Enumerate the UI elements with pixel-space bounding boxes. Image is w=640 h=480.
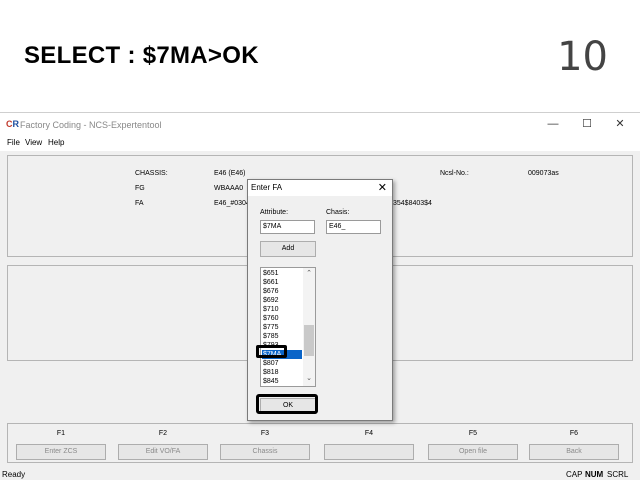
- scroll-lock-indicator: SCRL: [607, 470, 629, 479]
- back-button[interactable]: Back: [529, 444, 619, 460]
- list-item[interactable]: $661: [262, 278, 302, 287]
- list-scrollbar[interactable]: ⌃ ⌄: [303, 268, 315, 386]
- fa-value: E46_#0304: [214, 200, 250, 207]
- attribute-listbox[interactable]: $651 $661 $676 $692 $710 $760 $775 $785 …: [260, 267, 316, 387]
- list-item[interactable]: $785: [262, 332, 302, 341]
- list-item[interactable]: $760: [262, 314, 302, 323]
- scroll-up-icon[interactable]: ⌃: [304, 269, 314, 277]
- menu-help[interactable]: Help: [48, 138, 64, 147]
- edit-vo-fa-button[interactable]: Edit VO/FA: [118, 444, 208, 460]
- list-item[interactable]: $807: [262, 359, 302, 368]
- window-titlebar[interactable]: CR Factory Coding - NCS-Expertentool — ☐…: [0, 113, 640, 135]
- fg-label: FG: [135, 185, 145, 192]
- chassis-value: E46 (E46): [214, 170, 246, 177]
- menubar: File View Help: [0, 135, 640, 151]
- slide-page-number: 10: [557, 34, 608, 80]
- chassis-button[interactable]: Chassis: [220, 444, 310, 460]
- f4-key-label: F4: [364, 430, 374, 437]
- list-item[interactable]: $710: [262, 305, 302, 314]
- list-item[interactable]: $692: [262, 296, 302, 305]
- num-lock-indicator: NUM: [585, 470, 604, 479]
- app-window: CR Factory Coding - NCS-Expertentool — ☐…: [0, 112, 640, 480]
- ncsl-label: Ncsl-No.:: [440, 170, 469, 177]
- fa-value-tail: 354$8403$4: [393, 200, 432, 207]
- attribute-input[interactable]: $7MA: [260, 220, 315, 234]
- f5-key-label: F5: [468, 430, 478, 437]
- dialog-titlebar[interactable]: Enter FA ✕: [248, 180, 392, 196]
- scroll-down-icon[interactable]: ⌄: [304, 374, 314, 382]
- list-item[interactable]: $845: [262, 377, 302, 386]
- maximize-button[interactable]: ☐: [579, 117, 595, 131]
- f1-key-label: F1: [56, 430, 66, 437]
- window-title: Factory Coding - NCS-Expertentool: [20, 120, 162, 130]
- f2-key-label: F2: [158, 430, 168, 437]
- dialog-close-icon[interactable]: ✕: [378, 181, 387, 194]
- minimize-button[interactable]: —: [545, 117, 561, 131]
- caps-lock-indicator: CAP: [566, 470, 583, 479]
- status-text: Ready: [2, 470, 26, 479]
- enter-fa-dialog: Enter FA ✕ Attribute: $7MA Chasis: E46_ …: [247, 179, 393, 421]
- chassis-label: CHASSIS:: [135, 170, 168, 177]
- list-item[interactable]: $651: [262, 269, 302, 278]
- selection-highlight-box: [256, 345, 287, 358]
- list-item[interactable]: $775: [262, 323, 302, 332]
- list-item[interactable]: $676: [262, 287, 302, 296]
- scroll-thumb[interactable]: [304, 325, 314, 356]
- ncsl-value: 009073as: [528, 170, 559, 177]
- chassis-input[interactable]: E46_: [326, 220, 381, 234]
- enter-zcs-button[interactable]: Enter ZCS: [16, 444, 106, 460]
- open-file-button[interactable]: Open file: [428, 444, 518, 460]
- function-key-panel: F1 F2 F3 F4 F5 F6 Enter ZCS Edit VO/FA C…: [7, 423, 633, 463]
- slide-title: SELECT : $7MA>OK: [24, 42, 259, 69]
- add-button[interactable]: Add: [260, 241, 316, 257]
- chassis-field-label: Chasis:: [326, 209, 350, 216]
- menu-file[interactable]: File: [7, 138, 20, 147]
- fg-value: WBAAA0: [214, 185, 244, 192]
- attribute-label: Attribute:: [260, 209, 289, 216]
- menu-view[interactable]: View: [25, 138, 42, 147]
- dialog-title: Enter FA: [251, 183, 283, 192]
- close-window-button[interactable]: ✕: [612, 117, 628, 131]
- list-item[interactable]: $818: [262, 368, 302, 377]
- status-bar: Ready CAP NUM SCRL: [0, 469, 640, 480]
- app-logo-icon: CR: [6, 119, 19, 129]
- f6-key-label: F6: [569, 430, 579, 437]
- fa-label: FA: [135, 200, 144, 207]
- f3-key-label: F3: [260, 430, 270, 437]
- ok-highlight-box: [256, 394, 318, 414]
- f4-button[interactable]: [324, 444, 414, 460]
